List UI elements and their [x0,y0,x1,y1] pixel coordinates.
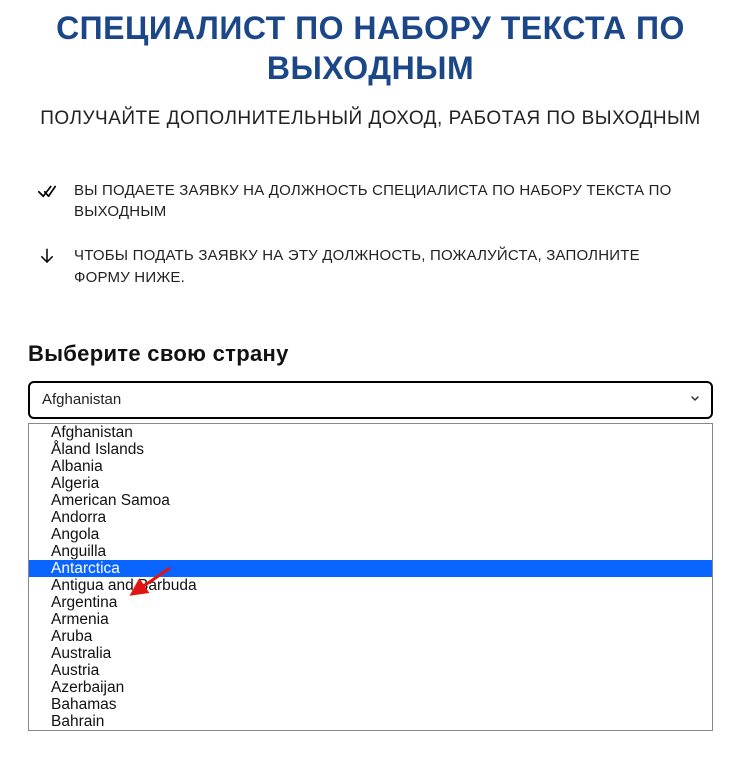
country-dropdown-list[interactable]: AfghanistanÅland IslandsAlbaniaAlgeriaAm… [29,424,712,731]
country-option[interactable]: Antarctica [29,560,712,577]
arrow-down-icon [32,245,62,265]
country-select-value: Afghanistan [42,391,121,408]
double-check-icon [32,180,62,200]
country-option[interactable]: Bahamas [29,696,712,713]
info-text-fillform: ЧТОБЫ ПОДАТЬ ЗАЯВКУ НА ЭТУ ДОЛЖНОСТЬ, ПО… [74,245,691,289]
country-option[interactable]: Austria [29,662,712,679]
country-option[interactable]: Angola [29,526,712,543]
country-option[interactable]: Australia [29,645,712,662]
info-line-applying: ВЫ ПОДАЕТЕ ЗАЯВКУ НА ДОЛЖНОСТЬ СПЕЦИАЛИС… [32,180,691,224]
country-option[interactable]: American Samoa [29,492,712,509]
country-option[interactable]: Azerbaijan [29,679,712,696]
country-option[interactable]: Armenia [29,611,712,628]
country-option[interactable]: Bahrain [29,713,712,730]
country-option[interactable]: Afghanistan [29,424,712,441]
country-dropdown-panel: AfghanistanÅland IslandsAlbaniaAlgeriaAm… [28,423,713,731]
country-option[interactable]: Albania [29,458,712,475]
country-option[interactable]: Antigua and Barbuda [29,577,712,594]
info-line-fillform: ЧТОБЫ ПОДАТЬ ЗАЯВКУ НА ЭТУ ДОЛЖНОСТЬ, ПО… [32,245,691,289]
info-text-applying: ВЫ ПОДАЕТЕ ЗАЯВКУ НА ДОЛЖНОСТЬ СПЕЦИАЛИС… [74,180,691,224]
country-option[interactable] [29,730,712,731]
country-select[interactable]: Afghanistan [28,381,713,419]
country-option[interactable]: Anguilla [29,543,712,560]
country-option[interactable]: Aruba [29,628,712,645]
page-main-title: СПЕЦИАЛИСТ ПО НАБОРУ ТЕКСТА ПО ВЫХОДНЫМ [20,8,721,88]
country-option[interactable]: Andorra [29,509,712,526]
chevron-down-icon [689,391,701,408]
country-option[interactable]: Algeria [29,475,712,492]
page-sub-title: ПОЛУЧАЙТЕ ДОПОЛНИТЕЛЬНЫЙ ДОХОД, РАБОТАЯ … [20,106,721,132]
country-section-label: Выберите свою страну [28,341,721,367]
country-option[interactable]: Argentina [29,594,712,611]
info-block: ВЫ ПОДАЕТЕ ЗАЯВКУ НА ДОЛЖНОСТЬ СПЕЦИАЛИС… [20,180,721,289]
country-option[interactable]: Åland Islands [29,441,712,458]
